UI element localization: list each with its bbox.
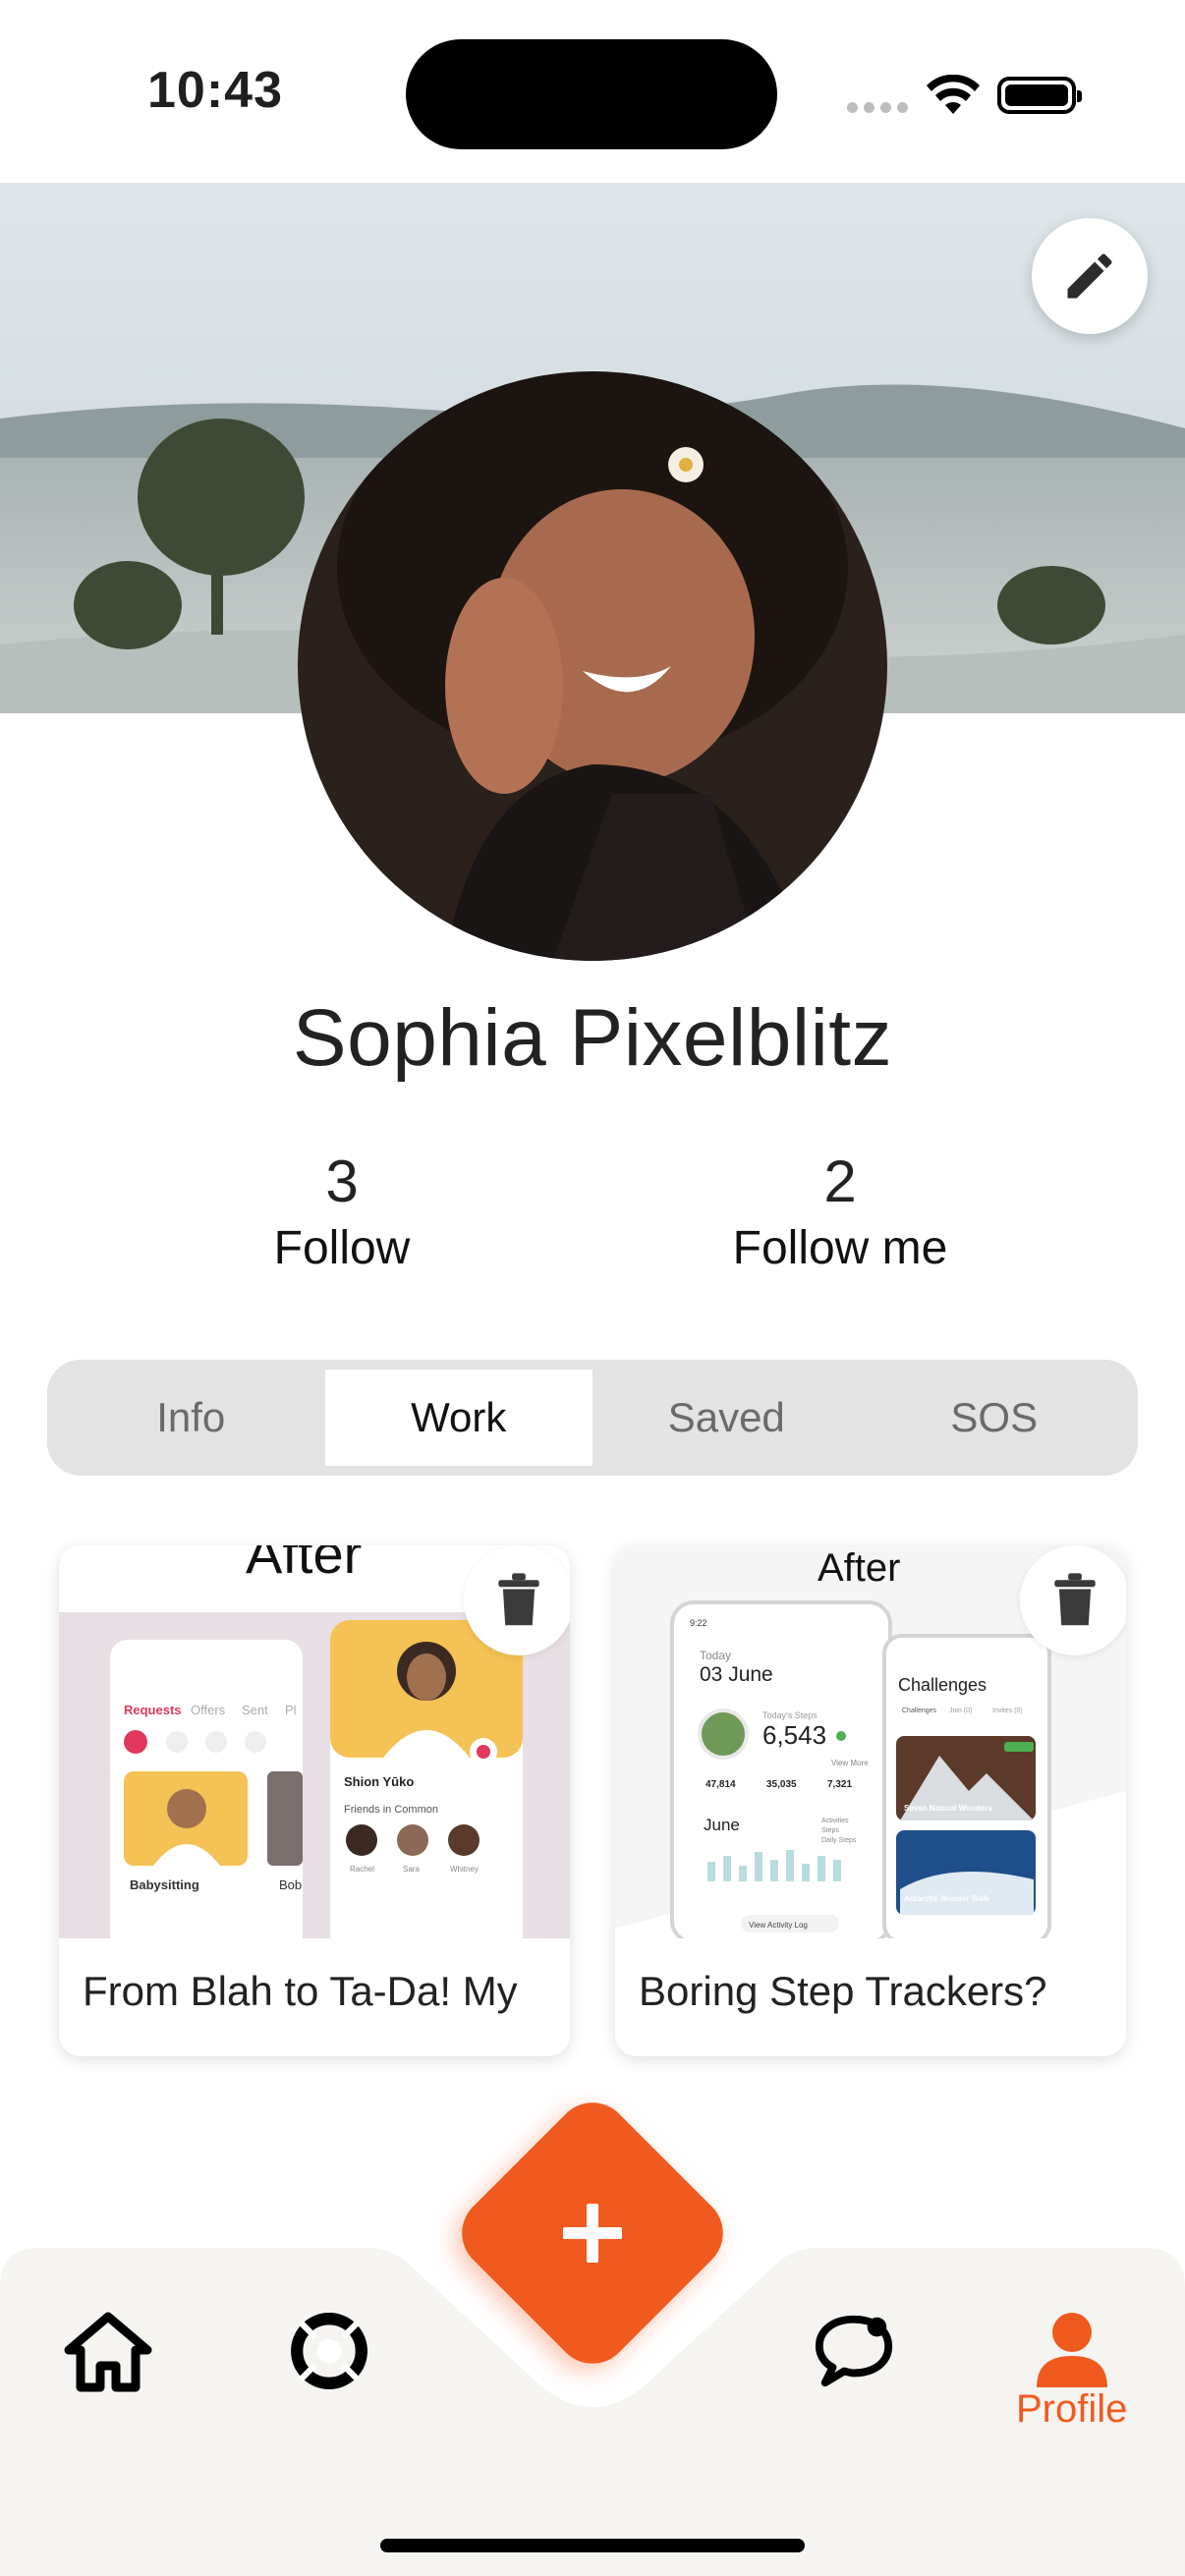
tab-saved[interactable]: Saved bbox=[592, 1370, 861, 1466]
home-icon bbox=[64, 2312, 152, 2392]
work-card-title: From Blah to Ta-Da! My bbox=[83, 1968, 518, 2014]
nav-profile-label: Profile bbox=[1016, 2387, 1128, 2431]
preview-steps: 6,543 bbox=[762, 1720, 826, 1750]
plus-icon bbox=[538, 2179, 647, 2287]
preview-tab: Offers bbox=[191, 1703, 226, 1717]
preview-challenge-name: Seven Natural Wonders bbox=[904, 1804, 992, 1813]
preview-legend: Activities bbox=[821, 1818, 849, 1824]
dynamic-island bbox=[406, 39, 777, 149]
tab-work[interactable]: Work bbox=[324, 1370, 592, 1466]
preview-steps-label: Today's Steps bbox=[762, 1710, 818, 1720]
status-bar: 10:43 bbox=[0, 0, 1185, 183]
preview-stat: 7,321 bbox=[827, 1779, 852, 1790]
lifebuoy-icon bbox=[291, 2313, 367, 2389]
preview-button: View Activity Log bbox=[749, 1921, 808, 1930]
preview-challenge-name: Antarctic Wonder Walk bbox=[904, 1894, 990, 1903]
wifi-icon bbox=[927, 75, 980, 114]
preview-challenge-tab: Invites (0) bbox=[992, 1708, 1023, 1714]
preview-friend-name: Whitney bbox=[450, 1865, 479, 1874]
battery-icon bbox=[997, 77, 1082, 114]
follow-label: Follow bbox=[273, 1222, 411, 1274]
work-card[interactable]: After 9:22 Today 03 June Today's Steps 6… bbox=[615, 1545, 1126, 2056]
follow-me-count: 2 bbox=[823, 1148, 857, 1214]
preview-stat: 47,814 bbox=[705, 1779, 736, 1790]
edit-profile-button[interactable] bbox=[1032, 218, 1148, 334]
preview-tab: Sent bbox=[242, 1703, 268, 1717]
work-card[interactable]: After Requests Offers Sent Pl Babysittin… bbox=[59, 1545, 570, 2056]
home-indicator bbox=[380, 2539, 805, 2552]
trash-icon bbox=[498, 1573, 539, 1626]
preview-item-label: Babysitting bbox=[130, 1877, 199, 1892]
profile-tabs: Info Work Saved SOS bbox=[47, 1360, 1138, 1476]
follow-me-label: Follow me bbox=[732, 1222, 948, 1274]
preview-friend-name: Rachel bbox=[350, 1865, 374, 1874]
signal-icon bbox=[847, 102, 908, 113]
nav-help[interactable] bbox=[289, 2311, 369, 2391]
follow-count: 3 bbox=[325, 1148, 359, 1214]
tab-sos[interactable]: SOS bbox=[861, 1370, 1129, 1466]
preview-legend: Steps bbox=[821, 1827, 839, 1834]
preview-tab: Pl bbox=[285, 1703, 297, 1717]
status-time: 10:43 bbox=[147, 62, 283, 119]
chat-icon bbox=[815, 2315, 893, 2387]
work-card-title: Boring Step Trackers? bbox=[639, 1968, 1047, 2014]
nav-profile[interactable]: Profile bbox=[1016, 2309, 1127, 2432]
preview-tab: Requests bbox=[124, 1703, 182, 1717]
preview-stat: 35,035 bbox=[766, 1779, 797, 1790]
nav-home[interactable] bbox=[63, 2311, 153, 2393]
avatar[interactable] bbox=[298, 371, 887, 961]
preview-challenge-tab: Join (0) bbox=[949, 1708, 972, 1714]
preview-date-label: Today bbox=[700, 1649, 731, 1662]
preview-challenges-title: Challenges bbox=[898, 1675, 987, 1695]
pencil-icon bbox=[1067, 253, 1112, 299]
tab-info[interactable]: Info bbox=[57, 1370, 325, 1466]
preview-month: June bbox=[704, 1816, 740, 1834]
preview-date: 03 June bbox=[700, 1663, 773, 1686]
preview-friends-label: Friends in Common bbox=[344, 1804, 438, 1816]
preview-challenge-tab: Challenges bbox=[902, 1708, 937, 1714]
delete-work-button[interactable] bbox=[1020, 1545, 1126, 1655]
delete-work-button[interactable] bbox=[464, 1545, 570, 1655]
preview-heading: After bbox=[818, 1546, 900, 1590]
profile-name: Sophia Pixelblitz bbox=[292, 993, 893, 1083]
preview-item-label-2: Bob bbox=[279, 1877, 302, 1892]
trash-icon bbox=[1054, 1573, 1096, 1626]
preview-heading: After bbox=[246, 1545, 362, 1585]
profile-icon bbox=[1036, 2313, 1107, 2387]
preview-friend-name: Sara bbox=[403, 1865, 420, 1874]
preview-person-name: Shion Yūko bbox=[344, 1774, 414, 1789]
preview-view-more: View More bbox=[831, 1759, 869, 1767]
preview-status-time: 9:22 bbox=[690, 1618, 707, 1628]
follow-stat[interactable]: 3 Follow bbox=[145, 1148, 538, 1275]
nav-messages[interactable] bbox=[812, 2311, 896, 2389]
preview-legend: Daily Steps bbox=[821, 1837, 857, 1844]
follow-me-stat[interactable]: 2 Follow me bbox=[644, 1148, 1037, 1275]
